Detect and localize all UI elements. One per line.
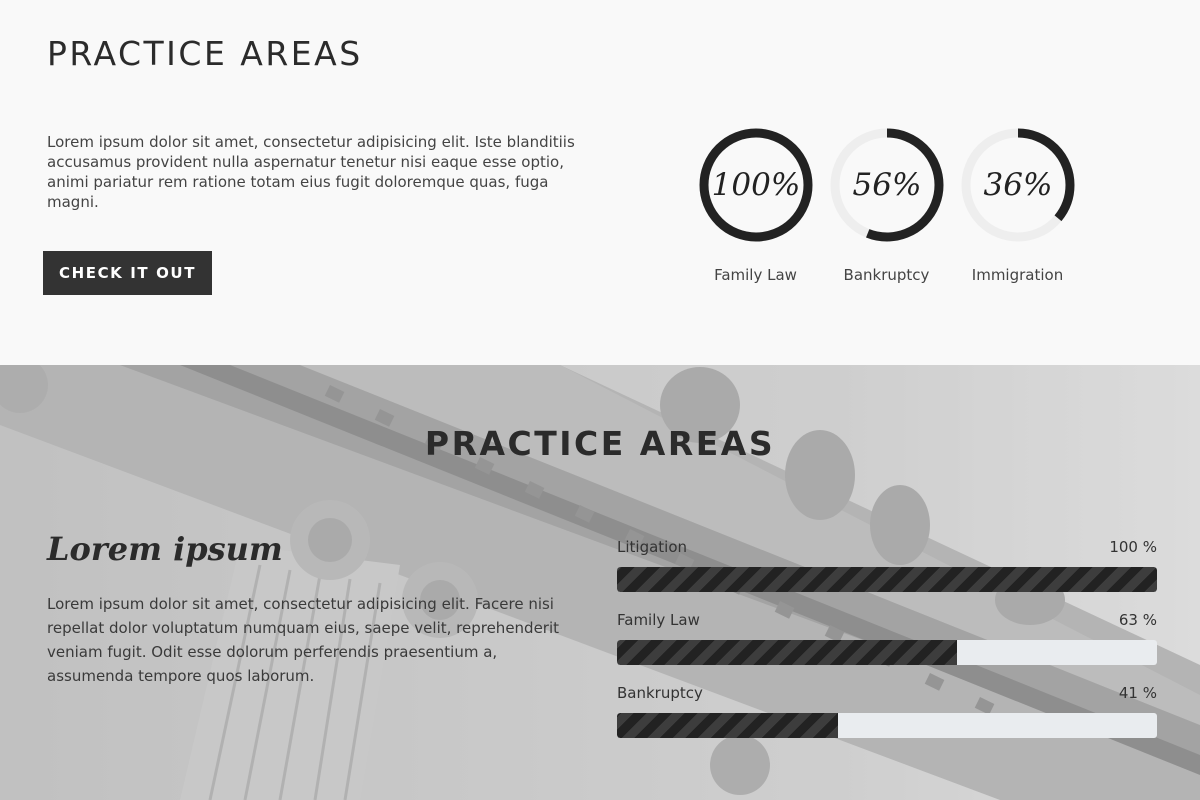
circle-label: Immigration	[971, 266, 1064, 284]
lorem-ipsum-heading: Lorem ipsum	[47, 530, 283, 568]
progress-bar-family-law: Family Law 63 %	[617, 611, 1157, 684]
practice-areas-bottom-section: PRACTICE AREAS Lorem ipsum Lorem ipsum d…	[0, 365, 1200, 800]
bar-label: Litigation	[617, 538, 688, 556]
circle-stat-immigration: 36% Immigration	[952, 125, 1083, 295]
circle-stats: 100% Family Law 56% Bankruptcy 36% Immig…	[690, 125, 1090, 295]
circle-label: Bankruptcy	[843, 266, 930, 284]
circle-percent: 56%	[852, 167, 922, 203]
progress-bar-litigation: Litigation 100 %	[617, 538, 1157, 611]
bar-track	[617, 640, 1157, 665]
bar-track	[617, 567, 1157, 592]
bar-value: 41 %	[1118, 684, 1157, 702]
circle-percent: 36%	[983, 167, 1053, 203]
practice-areas-top-section: PRACTICE AREAS Lorem ipsum dolor sit ame…	[0, 0, 1200, 365]
intro-paragraph: Lorem ipsum dolor sit amet, consectetur …	[47, 133, 575, 211]
bar-track	[617, 713, 1157, 738]
progress-bars: Litigation 100 % Family Law 63 % Bankrup…	[617, 538, 1157, 757]
bar-value: 100 %	[1109, 538, 1157, 556]
circle-percent: 100%	[711, 167, 801, 203]
check-it-out-button[interactable]: CHECK IT OUT	[43, 251, 212, 295]
section-title: PRACTICE AREAS	[47, 34, 363, 73]
progress-bar-bankruptcy: Bankruptcy 41 %	[617, 684, 1157, 757]
circle-stat-bankruptcy: 56% Bankruptcy	[821, 125, 952, 295]
circle-label: Family Law	[714, 266, 797, 284]
bar-fill	[617, 713, 839, 738]
bar-fill	[617, 640, 958, 665]
circle-stat-family-law: 100% Family Law	[690, 125, 821, 295]
bar-value: 63 %	[1118, 611, 1157, 629]
bar-label: Bankruptcy	[617, 684, 703, 702]
description-paragraph: Lorem ipsum dolor sit amet, consectetur …	[47, 595, 560, 685]
bar-label: Family Law	[617, 611, 700, 629]
section-title: PRACTICE AREAS	[424, 424, 776, 463]
bar-fill	[617, 567, 1157, 592]
